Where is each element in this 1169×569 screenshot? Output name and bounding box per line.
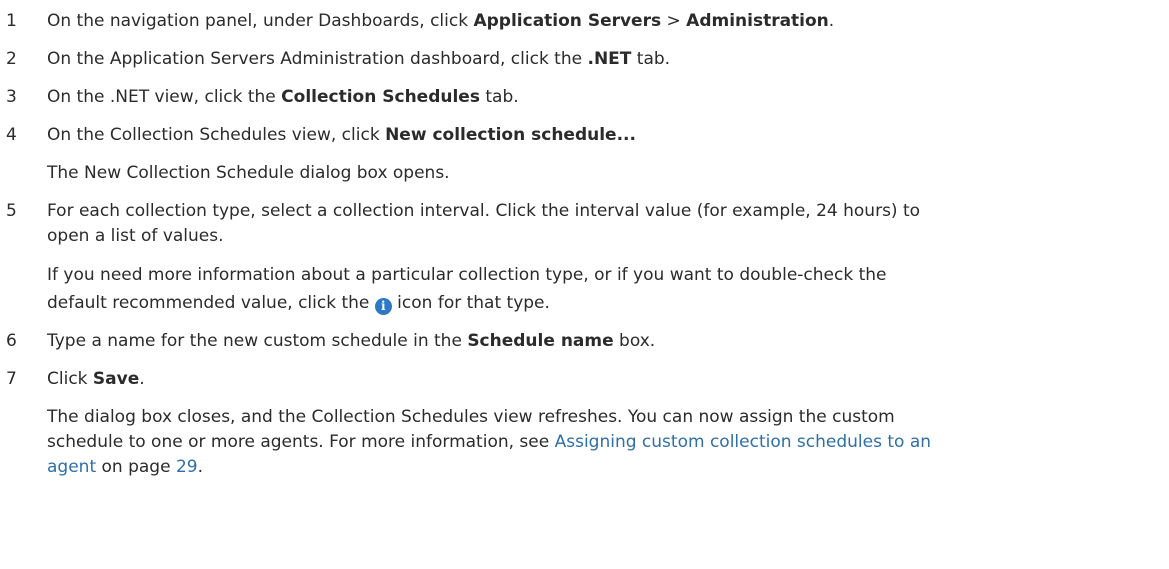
step-text: Click Save. bbox=[47, 366, 1149, 393]
step-number: 2 bbox=[6, 49, 17, 69]
text: > bbox=[661, 11, 687, 31]
step-number: 5 bbox=[6, 201, 17, 221]
text: schedule to one or more agents. For more… bbox=[47, 432, 555, 452]
step-text: On the .NET view, click the Collection S… bbox=[47, 84, 1149, 111]
step-7-note-line-3: agent on page 29. bbox=[47, 454, 1159, 481]
ui-term: Save bbox=[92, 369, 140, 389]
text: . bbox=[828, 11, 835, 31]
ui-term: Application Servers bbox=[473, 11, 662, 31]
text: On the navigation panel, under Dashboard… bbox=[47, 11, 474, 31]
text: icon for that type. bbox=[391, 293, 550, 313]
procedure-document: 1 On the navigation panel, under Dashboa… bbox=[0, 0, 1169, 569]
step-text: Type a name for the new custom schedule … bbox=[47, 328, 1149, 355]
assigning-schedules-link-cont[interactable]: agent bbox=[47, 457, 96, 477]
step-5-note-line-2: default recommended value, click the i i… bbox=[47, 290, 1159, 317]
ui-term: Administration bbox=[686, 11, 829, 31]
assigning-schedules-link[interactable]: Assigning custom collection schedules to… bbox=[555, 432, 931, 452]
ui-term: Collection Schedules bbox=[281, 87, 480, 107]
step-text-line-2: open a list of values. bbox=[47, 226, 224, 246]
page-link[interactable]: 29 bbox=[176, 457, 198, 477]
ui-term: .NET bbox=[587, 49, 632, 69]
step-7-note-line-2: schedule to one or more agents. For more… bbox=[47, 429, 1159, 456]
text: Click bbox=[47, 369, 93, 389]
step-number: 6 bbox=[6, 331, 17, 351]
step-text: On the Application Servers Administratio… bbox=[47, 46, 1149, 73]
step-7-note-line-1: The dialog box closes, and the Collectio… bbox=[47, 407, 895, 427]
text: On the Application Servers Administratio… bbox=[47, 49, 588, 69]
text: default recommended value, click the bbox=[47, 293, 375, 313]
text: On the Collection Schedules view, click bbox=[47, 125, 386, 145]
step-text: On the Collection Schedules view, click … bbox=[47, 122, 1149, 149]
step-text-line-1: For each collection type, select a colle… bbox=[47, 201, 921, 221]
step-4-note: The New Collection Schedule dialog box o… bbox=[47, 163, 450, 183]
text: tab. bbox=[631, 49, 671, 69]
text: On the .NET view, click the bbox=[47, 87, 282, 107]
text: . bbox=[139, 369, 145, 389]
text: Type a name for the new custom schedule … bbox=[47, 331, 468, 351]
step-5-note-line-1: If you need more information about a par… bbox=[47, 265, 887, 285]
ui-term: New collection schedule... bbox=[385, 125, 636, 145]
text: on page bbox=[96, 457, 176, 477]
text: . bbox=[197, 457, 204, 477]
info-icon: i bbox=[374, 298, 392, 315]
text: tab. bbox=[479, 87, 519, 107]
step-number: 1 bbox=[6, 11, 17, 31]
step-number: 3 bbox=[6, 87, 17, 107]
step-number: 7 bbox=[6, 369, 17, 389]
step-text: On the navigation panel, under Dashboard… bbox=[47, 8, 1149, 35]
ui-term: Schedule name bbox=[467, 331, 614, 351]
step-number: 4 bbox=[6, 125, 17, 145]
text: box. bbox=[613, 331, 656, 351]
